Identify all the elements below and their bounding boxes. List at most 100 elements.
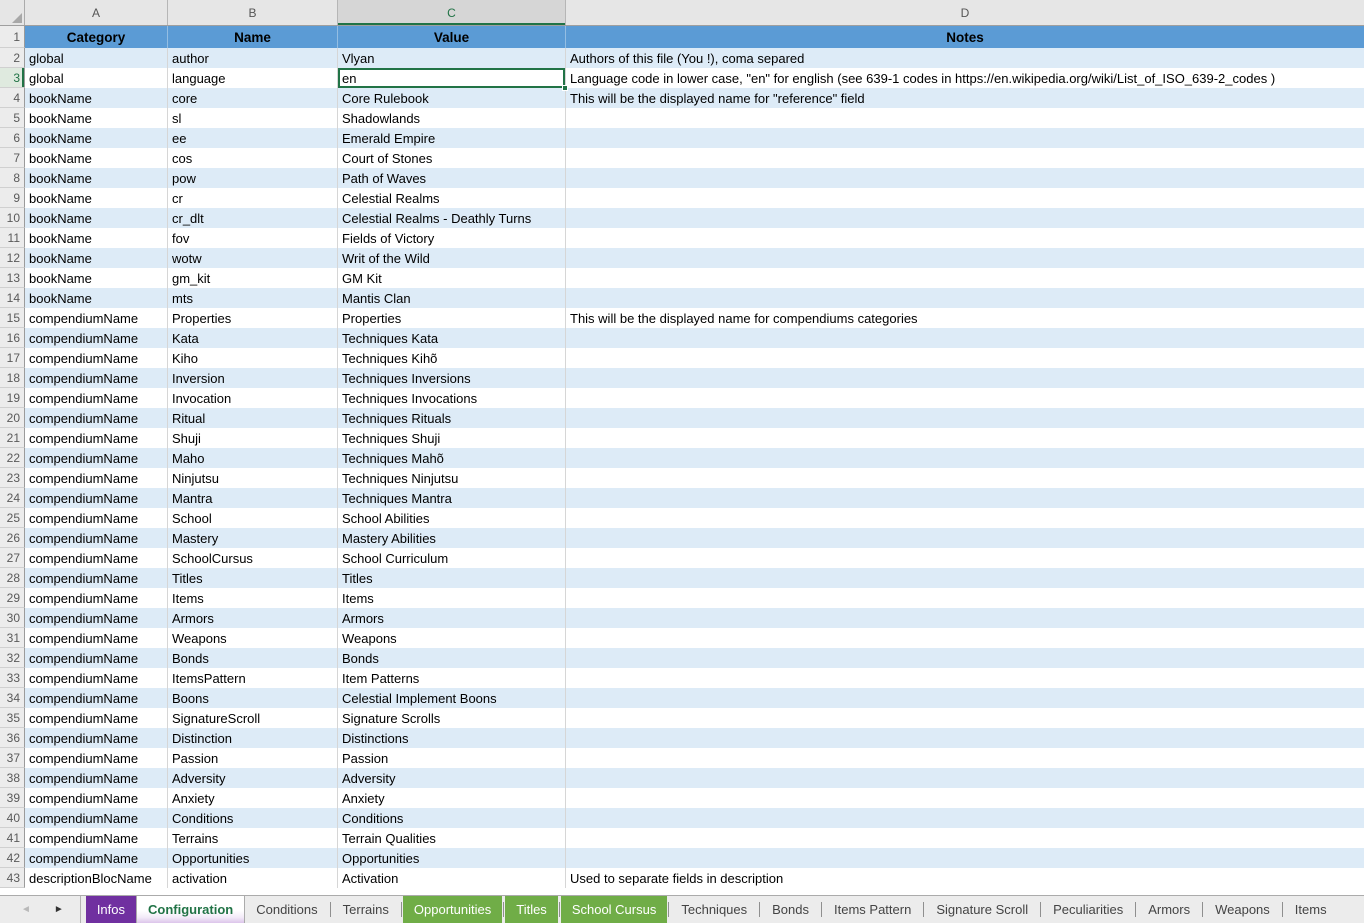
tab-school-cursus[interactable]: School Cursus <box>561 896 668 923</box>
cell-A43[interactable]: descriptionBlocName <box>25 868 168 888</box>
cell-A8[interactable]: bookName <box>25 168 168 188</box>
row-header-12[interactable]: 12 <box>0 248 25 268</box>
cell-B7[interactable]: cos <box>168 148 338 168</box>
cell-C29[interactable]: Items <box>338 588 566 608</box>
row-header-19[interactable]: 19 <box>0 388 25 408</box>
cell-C27[interactable]: School Curriculum <box>338 548 566 568</box>
cell-B31[interactable]: Weapons <box>168 628 338 648</box>
tab-bonds[interactable]: Bonds <box>761 896 820 923</box>
cell-B38[interactable]: Adversity <box>168 768 338 788</box>
row-header-24[interactable]: 24 <box>0 488 25 508</box>
cell-D8[interactable] <box>566 168 1364 188</box>
row-header-38[interactable]: 38 <box>0 768 25 788</box>
cell-A23[interactable]: compendiumName <box>25 468 168 488</box>
cell-D37[interactable] <box>566 748 1364 768</box>
cell-A25[interactable]: compendiumName <box>25 508 168 528</box>
cell-D2[interactable]: Authors of this file (You !), coma separ… <box>566 48 1364 68</box>
cell-B34[interactable]: Boons <box>168 688 338 708</box>
cell-C37[interactable]: Passion <box>338 748 566 768</box>
cell-A31[interactable]: compendiumName <box>25 628 168 648</box>
cell-D15[interactable]: This will be the displayed name for comp… <box>566 308 1364 328</box>
row-header-36[interactable]: 36 <box>0 728 25 748</box>
cell-A35[interactable]: compendiumName <box>25 708 168 728</box>
cell-C21[interactable]: Techniques Shuji <box>338 428 566 448</box>
cell-D5[interactable] <box>566 108 1364 128</box>
cell-D32[interactable] <box>566 648 1364 668</box>
cell-C31[interactable]: Weapons <box>338 628 566 648</box>
cell-D33[interactable] <box>566 668 1364 688</box>
cell-B37[interactable]: Passion <box>168 748 338 768</box>
cell-A4[interactable]: bookName <box>25 88 168 108</box>
cell-C17[interactable]: Techniques Kihõ <box>338 348 566 368</box>
cell-A32[interactable]: compendiumName <box>25 648 168 668</box>
cell-D19[interactable] <box>566 388 1364 408</box>
cell-D35[interactable] <box>566 708 1364 728</box>
cell-C23[interactable]: Techniques Ninjutsu <box>338 468 566 488</box>
cell-A34[interactable]: compendiumName <box>25 688 168 708</box>
tab-opportunities[interactable]: Opportunities <box>403 896 502 923</box>
cell-D25[interactable] <box>566 508 1364 528</box>
cell-C26[interactable]: Mastery Abilities <box>338 528 566 548</box>
cell-B4[interactable]: core <box>168 88 338 108</box>
row-header-29[interactable]: 29 <box>0 588 25 608</box>
row-header-42[interactable]: 42 <box>0 848 25 868</box>
cell-D12[interactable] <box>566 248 1364 268</box>
cell-D4[interactable]: This will be the displayed name for "ref… <box>566 88 1364 108</box>
cell-B18[interactable]: Inversion <box>168 368 338 388</box>
cell-D24[interactable] <box>566 488 1364 508</box>
cell-A7[interactable]: bookName <box>25 148 168 168</box>
cell-B3[interactable]: language <box>168 68 338 88</box>
row-header-21[interactable]: 21 <box>0 428 25 448</box>
cell-A5[interactable]: bookName <box>25 108 168 128</box>
cell-A22[interactable]: compendiumName <box>25 448 168 468</box>
row-header-28[interactable]: 28 <box>0 568 25 588</box>
cell-C12[interactable]: Writ of the Wild <box>338 248 566 268</box>
row-header-4[interactable]: 4 <box>0 88 25 108</box>
cell-C7[interactable]: Court of Stones <box>338 148 566 168</box>
cell-A26[interactable]: compendiumName <box>25 528 168 548</box>
cell-D17[interactable] <box>566 348 1364 368</box>
select-all-corner[interactable] <box>0 0 25 25</box>
cell-A9[interactable]: bookName <box>25 188 168 208</box>
cell-C25[interactable]: School Abilities <box>338 508 566 528</box>
header-cell-name[interactable]: Name <box>168 26 338 48</box>
header-cell-value[interactable]: Value <box>338 26 566 48</box>
cell-C40[interactable]: Conditions <box>338 808 566 828</box>
cell-B43[interactable]: activation <box>168 868 338 888</box>
cell-C35[interactable]: Signature Scrolls <box>338 708 566 728</box>
row-header-33[interactable]: 33 <box>0 668 25 688</box>
sheet-nav-left-icon[interactable]: ◄ <box>21 905 31 915</box>
row-header-35[interactable]: 35 <box>0 708 25 728</box>
cell-A6[interactable]: bookName <box>25 128 168 148</box>
cell-B11[interactable]: fov <box>168 228 338 248</box>
cell-C43[interactable]: Activation <box>338 868 566 888</box>
cell-D18[interactable] <box>566 368 1364 388</box>
cell-D14[interactable] <box>566 288 1364 308</box>
cell-A17[interactable]: compendiumName <box>25 348 168 368</box>
row-header-1[interactable]: 1 <box>0 26 25 48</box>
cell-A40[interactable]: compendiumName <box>25 808 168 828</box>
cell-C18[interactable]: Techniques Inversions <box>338 368 566 388</box>
cell-C14[interactable]: Mantis Clan <box>338 288 566 308</box>
cell-D9[interactable] <box>566 188 1364 208</box>
cell-D40[interactable] <box>566 808 1364 828</box>
cell-B6[interactable]: ee <box>168 128 338 148</box>
cell-D34[interactable] <box>566 688 1364 708</box>
cell-A13[interactable]: bookName <box>25 268 168 288</box>
row-header-20[interactable]: 20 <box>0 408 25 428</box>
cell-B2[interactable]: author <box>168 48 338 68</box>
row-header-31[interactable]: 31 <box>0 628 25 648</box>
header-cell-notes[interactable]: Notes <box>566 26 1364 48</box>
tab-infos[interactable]: Infos <box>86 896 136 923</box>
cell-C30[interactable]: Armors <box>338 608 566 628</box>
cell-D20[interactable] <box>566 408 1364 428</box>
cell-D28[interactable] <box>566 568 1364 588</box>
cell-C41[interactable]: Terrain Qualities <box>338 828 566 848</box>
row-header-13[interactable]: 13 <box>0 268 25 288</box>
cell-D6[interactable] <box>566 128 1364 148</box>
cell-D7[interactable] <box>566 148 1364 168</box>
cell-B40[interactable]: Conditions <box>168 808 338 828</box>
cell-A21[interactable]: compendiumName <box>25 428 168 448</box>
row-header-34[interactable]: 34 <box>0 688 25 708</box>
column-header-d[interactable]: D <box>566 0 1364 25</box>
